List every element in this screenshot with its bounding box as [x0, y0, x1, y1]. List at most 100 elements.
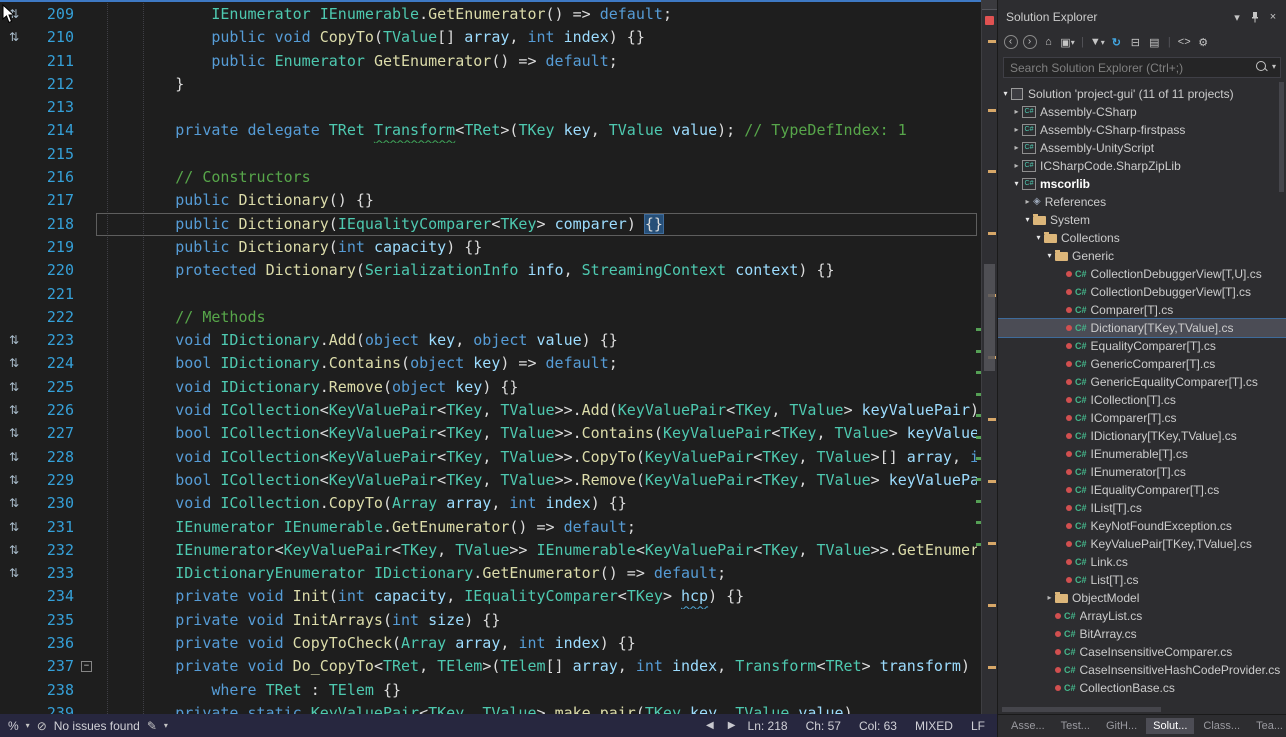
- line-number[interactable]: 229: [28, 469, 78, 492]
- inheritance-glyph-icon[interactable]: ⇅: [0, 492, 28, 515]
- inheritance-glyph-icon[interactable]: ⇅: [0, 562, 28, 585]
- code-line[interactable]: ⇅223 void IDictionary.Add(object key, ob…: [0, 329, 977, 352]
- inheritance-glyph-icon[interactable]: ⇅: [0, 539, 28, 562]
- code-line[interactable]: 239 private static KeyValuePair<TKey, TV…: [0, 702, 977, 714]
- scrollbar-thumb[interactable]: [1002, 707, 1161, 712]
- tree-item[interactable]: C#IEqualityComparer[T].cs: [998, 481, 1286, 499]
- tree-item[interactable]: ▾Solution 'project-gui' (11 of 11 projec…: [998, 85, 1286, 103]
- line-number[interactable]: 219: [28, 236, 78, 259]
- code-text[interactable]: protected Dictionary(SerializationInfo i…: [96, 259, 977, 282]
- code-text[interactable]: [96, 96, 977, 119]
- line-number[interactable]: 239: [28, 702, 78, 714]
- code-line[interactable]: 211 public Enumerator GetEnumerator() =>…: [0, 50, 977, 73]
- tree-item[interactable]: C#GenericComparer[T].cs: [998, 355, 1286, 373]
- inheritance-glyph-icon[interactable]: ⇅: [0, 352, 28, 375]
- code-line[interactable]: ⇅233 IDictionaryEnumerator IDictionary.G…: [0, 562, 977, 585]
- splitter-grip[interactable]: [982, 0, 997, 10]
- scrollbar-thumb[interactable]: [1279, 82, 1284, 192]
- document-health-error-icon[interactable]: [985, 16, 994, 25]
- code-text[interactable]: IEnumerator IEnumerable.GetEnumerator() …: [96, 3, 977, 26]
- line-number[interactable]: 235: [28, 609, 78, 632]
- tree-item[interactable]: ▸C#Assembly-UnityScript: [998, 139, 1286, 157]
- tree-item[interactable]: C#List[T].cs: [998, 571, 1286, 589]
- inheritance-glyph-icon[interactable]: ⇅: [0, 446, 28, 469]
- expand-arrow-icon[interactable]: ▸: [1022, 193, 1033, 211]
- code-text[interactable]: void IDictionary.Add(object key, object …: [96, 329, 977, 352]
- tree-item[interactable]: C#IList[T].cs: [998, 499, 1286, 517]
- code-line[interactable]: 218 public Dictionary(IEqualityComparer<…: [0, 213, 977, 236]
- window-position-icon[interactable]: ▾: [1228, 9, 1246, 25]
- code-line[interactable]: 222 // Methods: [0, 306, 977, 329]
- inheritance-glyph-icon[interactable]: ⇅: [0, 26, 28, 49]
- line-number[interactable]: 209: [28, 3, 78, 26]
- line-number[interactable]: 220: [28, 259, 78, 282]
- line-number[interactable]: 222: [28, 306, 78, 329]
- code-text[interactable]: private static KeyValuePair<TKey, TValue…: [96, 702, 977, 714]
- code-line[interactable]: 219 public Dictionary(int capacity) {}: [0, 236, 977, 259]
- code-text[interactable]: // Methods: [96, 306, 977, 329]
- code-line[interactable]: 213: [0, 96, 977, 119]
- tree-item[interactable]: C#Link.cs: [998, 553, 1286, 571]
- panel-tab[interactable]: Class...: [1196, 718, 1247, 734]
- home-icon[interactable]: ⌂: [1040, 33, 1057, 51]
- expand-arrow-icon[interactable]: ▾: [1044, 247, 1055, 265]
- no-issues-icon[interactable]: ⊘: [37, 719, 47, 733]
- code-line[interactable]: ⇅232 IEnumerator<KeyValuePair<TKey, TVal…: [0, 539, 977, 562]
- code-line[interactable]: 220 protected Dictionary(SerializationIn…: [0, 259, 977, 282]
- code-line[interactable]: ⇅226 void ICollection<KeyValuePair<TKey,…: [0, 399, 977, 422]
- editor-vertical-scrollbar[interactable]: [981, 0, 997, 714]
- tree-item[interactable]: C#IEnumerable[T].cs: [998, 445, 1286, 463]
- tree-item[interactable]: C#IDictionary[TKey,TValue].cs: [998, 427, 1286, 445]
- code-text[interactable]: public Dictionary(int capacity) {}: [96, 236, 977, 259]
- code-text[interactable]: void ICollection<KeyValuePair<TKey, TVal…: [96, 446, 977, 469]
- code-text[interactable]: void ICollection.CopyTo(Array array, int…: [96, 492, 977, 515]
- view-code-icon[interactable]: <>: [1176, 33, 1193, 51]
- inheritance-glyph-icon[interactable]: ⇅: [0, 516, 28, 539]
- code-line[interactable]: ⇅225 void IDictionary.Remove(object key)…: [0, 376, 977, 399]
- pin-icon[interactable]: [1246, 9, 1264, 25]
- line-number[interactable]: 217: [28, 189, 78, 212]
- line-number[interactable]: 218: [28, 213, 78, 236]
- line-number[interactable]: 210: [28, 26, 78, 49]
- code-text[interactable]: where TRet : TElem {}: [96, 679, 977, 702]
- tree-item[interactable]: C#ICollection[T].cs: [998, 391, 1286, 409]
- code-line[interactable]: ⇅230 void ICollection.CopyTo(Array array…: [0, 492, 977, 515]
- code-text[interactable]: bool IDictionary.Contains(object key) =>…: [96, 352, 977, 375]
- code-line[interactable]: ⇅228 void ICollection<KeyValuePair<TKey,…: [0, 446, 977, 469]
- fold-box[interactable]: −: [81, 661, 92, 672]
- code-line[interactable]: 238 where TRet : TElem {}: [0, 679, 977, 702]
- code-line[interactable]: 212 }: [0, 73, 977, 96]
- tree-item[interactable]: ▸C#Assembly-CSharp: [998, 103, 1286, 121]
- line-number[interactable]: 232: [28, 539, 78, 562]
- issues-status[interactable]: No issues found: [54, 719, 140, 733]
- code-line[interactable]: 236 private void CopyToCheck(Array array…: [0, 632, 977, 655]
- code-editor[interactable]: ⇅209 IEnumerator IEnumerable.GetEnumerat…: [0, 0, 997, 714]
- expand-arrow-icon[interactable]: ▸: [1011, 121, 1022, 139]
- code-text[interactable]: private void CopyToCheck(Array array, in…: [96, 632, 977, 655]
- line-number[interactable]: 223: [28, 329, 78, 352]
- expand-arrow-icon[interactable]: ▾: [1011, 175, 1022, 193]
- tree-item[interactable]: C#EqualityComparer[T].cs: [998, 337, 1286, 355]
- tree-item[interactable]: C#Comparer[T].cs: [998, 301, 1286, 319]
- tree-item[interactable]: C#CaseInsensitiveComparer.cs: [998, 643, 1286, 661]
- code-line[interactable]: 214 private delegate TRet Transform<TRet…: [0, 119, 977, 142]
- tree-item[interactable]: ▾Generic: [998, 247, 1286, 265]
- chevron-down-icon[interactable]: ▾: [26, 721, 30, 730]
- panel-tab[interactable]: Test...: [1054, 718, 1097, 734]
- line-number[interactable]: 238: [28, 679, 78, 702]
- close-icon[interactable]: ×: [1264, 9, 1282, 25]
- line-number[interactable]: 227: [28, 422, 78, 445]
- code-text[interactable]: [96, 283, 977, 306]
- code-text[interactable]: [96, 143, 977, 166]
- filter-icon[interactable]: ▼▾: [1089, 33, 1106, 51]
- tree-item[interactable]: C#CollectionDebuggerView[T,U].cs: [998, 265, 1286, 283]
- properties-icon[interactable]: ⚙: [1195, 33, 1212, 51]
- expand-arrow-icon[interactable]: ▾: [1033, 229, 1044, 247]
- code-line[interactable]: 235 private void InitArrays(int size) {}: [0, 609, 977, 632]
- tree-item[interactable]: C#GenericEqualityComparer[T].cs: [998, 373, 1286, 391]
- expand-arrow-icon[interactable]: ▸: [1044, 589, 1055, 607]
- chevron-down-icon[interactable]: ▾: [1272, 62, 1276, 71]
- line-number[interactable]: 213: [28, 96, 78, 119]
- tree-item[interactable]: C#CollectionBase.cs: [998, 679, 1286, 697]
- code-line[interactable]: ⇅209 IEnumerator IEnumerable.GetEnumerat…: [0, 3, 977, 26]
